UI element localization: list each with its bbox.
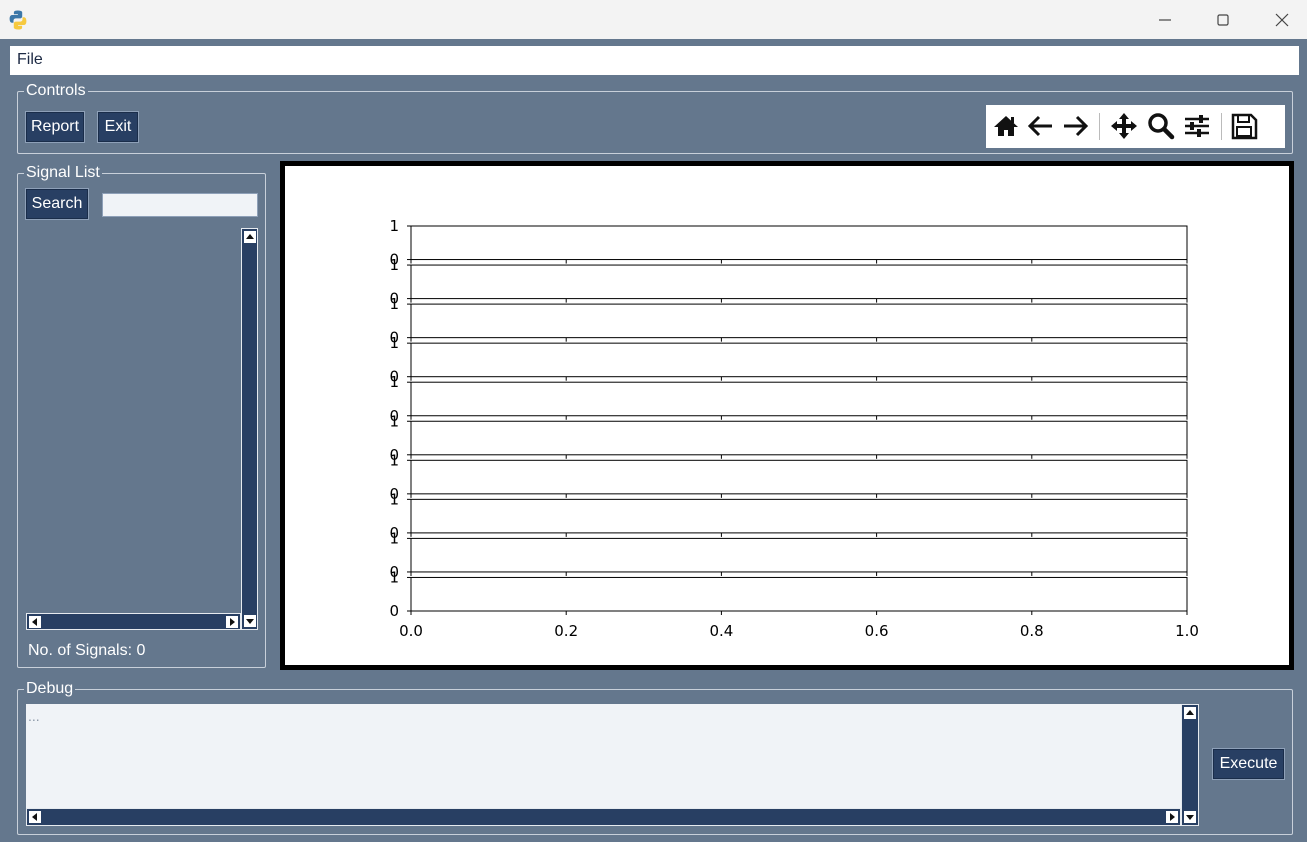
debug-horizontal-scrollbar[interactable]	[26, 808, 1181, 826]
subplot-axes	[410, 381, 1188, 417]
y-tick-label: 1	[389, 334, 399, 352]
subplot-axes	[410, 459, 1188, 495]
forward-icon[interactable]	[1060, 111, 1090, 141]
execute-button[interactable]: Execute	[1212, 748, 1285, 780]
subplot-axes	[410, 420, 1188, 456]
scroll-left-icon[interactable]	[28, 615, 42, 629]
search-button[interactable]: Search	[25, 188, 89, 220]
y-tick-label: 1	[389, 412, 399, 430]
y-tick-label: 0	[389, 602, 399, 620]
python-icon	[7, 9, 29, 31]
x-tick-label: 0.2	[554, 622, 578, 640]
debug-vertical-scrollbar[interactable]	[1181, 704, 1199, 826]
scroll-up-icon[interactable]	[243, 230, 257, 244]
x-tick-label: 0.0	[399, 622, 423, 640]
scroll-left-icon[interactable]	[28, 810, 42, 824]
minimize-icon[interactable]	[1153, 8, 1177, 32]
toolbar-separator	[1099, 113, 1100, 140]
pan-icon[interactable]	[1109, 111, 1139, 141]
report-button[interactable]: Report	[25, 111, 85, 143]
home-icon[interactable]	[991, 111, 1021, 141]
controls-frame-label: Controls	[24, 82, 88, 100]
plot-navigation-toolbar	[986, 105, 1285, 148]
stacked-subplots-chart: 101010101010101010100.0 0.2 0.4 0.6 0.8 1.0	[389, 217, 1199, 640]
subplot-axes	[410, 264, 1188, 300]
signal-count-label: No. of Signals: 0	[28, 642, 146, 659]
menu-bar: File	[10, 46, 1299, 75]
x-tick-label: 0.4	[709, 622, 733, 640]
title-bar	[0, 0, 1307, 39]
scroll-down-icon[interactable]	[243, 614, 257, 628]
signal-list-frame-label: Signal List	[24, 164, 102, 182]
scroll-right-icon[interactable]	[1165, 810, 1179, 824]
signal-list-horizontal-scrollbar[interactable]	[26, 613, 241, 630]
y-tick-label: 1	[389, 256, 399, 274]
subplot-axes	[410, 498, 1188, 534]
search-input[interactable]	[102, 193, 258, 217]
signal-listbox[interactable]	[26, 228, 258, 630]
x-tick-label: 0.8	[1020, 622, 1044, 640]
scroll-up-icon[interactable]	[1183, 706, 1197, 720]
scroll-right-icon[interactable]	[225, 615, 239, 629]
y-tick-label: 1	[389, 217, 399, 235]
debug-frame-label: Debug	[24, 680, 76, 698]
plot-canvas[interactable]: 1 0 1 0 1 0 1 0 1 0 1 0 1 0 1 0 1 0 1 0 0.0 0.2 0.4 0.6 0.8 1.0	[285, 166, 1289, 665]
x-tick-label: 0.6	[865, 622, 889, 640]
back-icon[interactable]	[1026, 111, 1056, 141]
scroll-down-icon[interactable]	[1183, 810, 1197, 824]
y-tick-label: 1	[389, 568, 399, 586]
signal-list-vertical-scrollbar[interactable]	[241, 228, 258, 630]
configure-subplots-icon[interactable]	[1182, 111, 1212, 141]
save-icon[interactable]	[1229, 111, 1259, 141]
menu-file[interactable]: File	[17, 51, 43, 69]
subplot-axes	[410, 303, 1188, 339]
subplot-axes	[410, 537, 1188, 573]
close-icon[interactable]	[1270, 8, 1294, 32]
exit-button[interactable]: Exit	[97, 111, 139, 143]
subplot-axes	[410, 225, 1188, 261]
maximize-icon[interactable]	[1211, 8, 1235, 32]
y-tick-label: 1	[389, 373, 399, 391]
y-tick-label: 1	[389, 451, 399, 469]
zoom-icon[interactable]	[1146, 111, 1176, 141]
plot-frame: 1 0 1 0 1 0 1 0 1 0 1 0 1 0 1 0 1 0 1 0 0.0 0.2 0.4 0.6 0.8 1.0	[280, 161, 1294, 670]
subplot-axes	[410, 576, 1188, 612]
y-tick-label: 1	[389, 490, 399, 508]
x-tick-label: 1.0	[1175, 622, 1199, 640]
debug-textbox[interactable]: ...	[26, 704, 1181, 808]
subplot-axes	[410, 342, 1188, 378]
y-tick-label: 1	[389, 529, 399, 547]
y-tick-label: 1	[389, 295, 399, 313]
toolbar-separator	[1221, 113, 1222, 140]
